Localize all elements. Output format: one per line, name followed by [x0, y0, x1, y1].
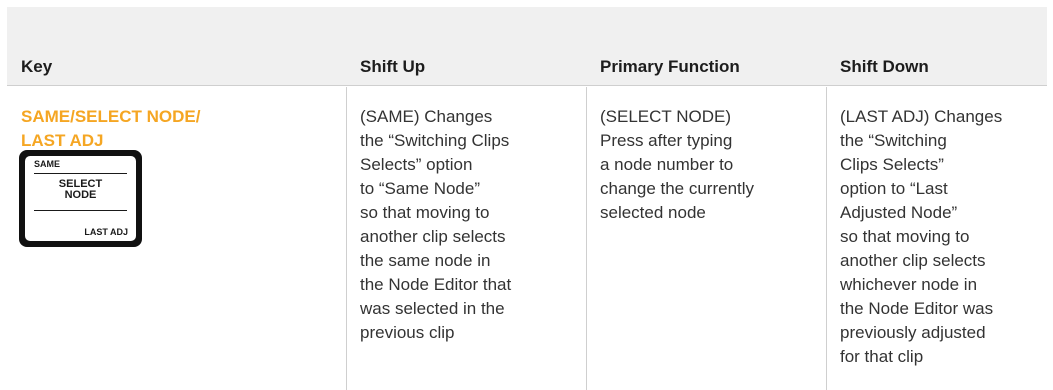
keycap-bottom-label: LAST ADJ	[84, 227, 128, 237]
text-line: to “Same Node”	[360, 179, 480, 198]
text-line: for that clip	[840, 347, 924, 366]
header-primary-function: Primary Function	[600, 57, 740, 76]
text-line: so that moving to	[840, 227, 970, 246]
text-line: change the currently	[600, 179, 755, 198]
text-line: (SELECT NODE)	[600, 107, 731, 126]
text-line: the Node Editor that	[360, 275, 512, 294]
text-line: previously adjusted	[840, 323, 986, 342]
text-line: the Node Editor was	[840, 299, 994, 318]
column-divider	[346, 87, 347, 390]
text-line: Selects” option	[360, 155, 473, 174]
text-line: whichever node in	[840, 275, 978, 294]
keycap-divider	[34, 173, 127, 174]
keycap-middle-line: NODE	[64, 189, 97, 201]
column-divider	[586, 87, 587, 390]
text-line: previous clip	[360, 323, 455, 342]
text-line: option to “Last	[840, 179, 948, 198]
text-line: Press after typing	[600, 131, 733, 150]
text-line: selected node	[600, 203, 706, 222]
text-line: the “Switching	[840, 131, 947, 150]
keycap-face: SAME SELECT NODE LAST ADJ	[25, 156, 136, 241]
shift-down-description: (LAST ADJ) Changes the “Switching Clips …	[840, 105, 1002, 369]
text-line: Adjusted Node”	[840, 203, 958, 222]
column-divider	[826, 87, 827, 390]
header-shift-down: Shift Down	[840, 57, 929, 76]
text-line: was selected in the	[360, 299, 505, 318]
header-key: Key	[21, 57, 53, 76]
primary-function-description: (SELECT NODE) Press after typing a node …	[600, 105, 754, 225]
keycap-icon: SAME SELECT NODE LAST ADJ	[19, 150, 142, 247]
text-line: Clips Selects”	[840, 155, 944, 174]
text-line: a node number to	[600, 155, 734, 174]
shift-up-description: (SAME) Changes the “Switching Clips Sele…	[360, 105, 511, 345]
key-name: SAME/SELECT NODE/ LAST ADJ	[21, 105, 200, 153]
keycap-top-label: SAME	[34, 159, 61, 169]
header-shift-up: Shift Up	[360, 57, 426, 76]
text-line: the “Switching Clips	[360, 131, 510, 150]
text-line: (LAST ADJ) Changes	[840, 107, 1003, 126]
key-function-table: Key Shift Up Primary Function Shift Down…	[7, 7, 1053, 390]
text-line: the same node in	[360, 251, 491, 270]
text-line: another clip selects	[840, 251, 986, 270]
keycap-divider	[34, 210, 127, 211]
text-line: (SAME) Changes	[360, 107, 493, 126]
keycap-middle-label: SELECT NODE	[25, 179, 136, 201]
text-line: so that moving to	[360, 203, 490, 222]
table-header: Key Shift Up Primary Function Shift Down	[7, 7, 1047, 86]
key-name-line: SAME/SELECT NODE/	[21, 107, 201, 126]
text-line: another clip selects	[360, 227, 506, 246]
